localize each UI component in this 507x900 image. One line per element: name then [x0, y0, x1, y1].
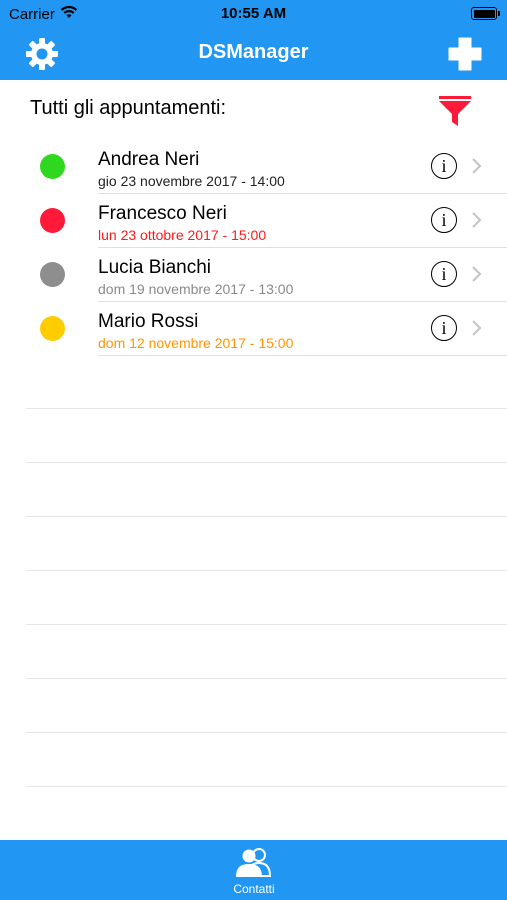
info-icon[interactable]: i	[431, 207, 457, 233]
appointment-date: gio 23 novembre 2017 - 14:00	[98, 173, 285, 189]
chevron-right-icon	[470, 211, 484, 229]
appointment-name: Lucia Bianchi	[98, 257, 212, 278]
status-dot	[40, 208, 65, 233]
empty-row-separator	[26, 624, 507, 625]
empty-row-separator	[26, 462, 507, 463]
chevron-right-icon	[470, 265, 484, 283]
appointment-date: dom 19 novembre 2017 - 13:00	[98, 281, 294, 297]
row-separator	[98, 355, 507, 356]
battery-icon	[471, 7, 500, 20]
list-header-title: Tutti gli appuntamenti:	[30, 97, 227, 119]
chevron-right-icon	[470, 319, 484, 337]
empty-row-separator	[26, 408, 507, 409]
info-icon[interactable]: i	[431, 261, 457, 287]
contacts-icon	[232, 846, 276, 880]
list-item[interactable]: Andrea Neri gio 23 novembre 2017 - 14:00…	[0, 140, 507, 194]
empty-row-separator	[26, 678, 507, 679]
empty-row-separator	[26, 516, 507, 517]
tab-contatti[interactable]: Contatti	[214, 846, 294, 898]
status-dot	[40, 154, 65, 179]
chevron-right-icon	[470, 157, 484, 175]
status-time: 10:55 AM	[220, 5, 287, 22]
appointment-date: dom 12 novembre 2017 - 15:00	[98, 335, 294, 351]
appointment-name: Francesco Neri	[98, 203, 227, 224]
plus-icon[interactable]	[447, 36, 483, 72]
appointment-name: Mario Rossi	[98, 311, 199, 332]
appointment-name: Andrea Neri	[98, 149, 200, 170]
empty-row-separator	[26, 732, 507, 733]
page-title: DSManager	[198, 41, 309, 63]
status-dot	[40, 262, 65, 287]
info-icon[interactable]: i	[431, 315, 457, 341]
tab-label: Contatti	[233, 882, 275, 896]
list-item[interactable]: Lucia Bianchi dom 19 novembre 2017 - 13:…	[0, 248, 507, 302]
empty-row-separator	[26, 570, 507, 571]
list-item[interactable]: Mario Rossi dom 12 novembre 2017 - 15:00…	[0, 302, 507, 356]
tab-bar: Contatti	[0, 840, 507, 900]
status-bar: Carrier 10:55 AM	[0, 0, 507, 28]
filter-icon[interactable]	[437, 95, 473, 127]
list-item[interactable]: Francesco Neri lun 23 ottobre 2017 - 15:…	[0, 194, 507, 248]
appointments-list: Andrea Neri gio 23 novembre 2017 - 14:00…	[0, 140, 507, 356]
status-dot	[40, 316, 65, 341]
nav-bar: DSManager	[0, 28, 507, 80]
empty-row-separator	[26, 786, 507, 787]
appointment-date: lun 23 ottobre 2017 - 15:00	[98, 227, 267, 243]
info-icon[interactable]: i	[431, 153, 457, 179]
